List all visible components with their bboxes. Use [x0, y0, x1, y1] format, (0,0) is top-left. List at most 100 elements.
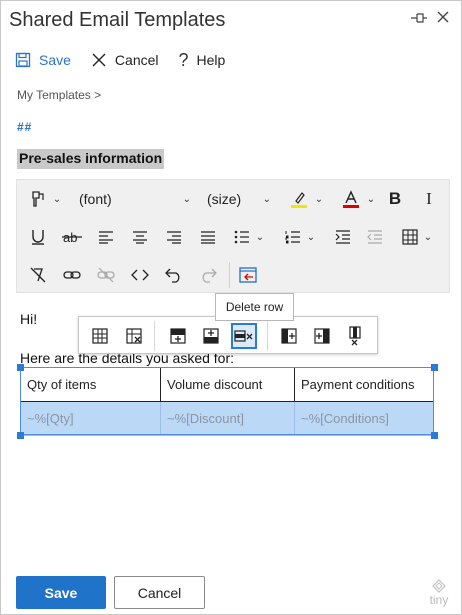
- table-button[interactable]: ⌄: [397, 224, 437, 250]
- bullet-list-button[interactable]: ⌄: [229, 224, 269, 250]
- question-mark-icon: ?: [178, 49, 189, 70]
- font-size-value: (size): [207, 191, 242, 207]
- highlighter-icon: [290, 192, 307, 208]
- breadcrumb[interactable]: My Templates >: [17, 88, 101, 102]
- numbered-list-button[interactable]: ⌄: [279, 224, 321, 250]
- resize-handle[interactable]: [431, 364, 438, 371]
- outdent-icon: [367, 230, 382, 244]
- insert-field-icon: [239, 267, 257, 283]
- table-header-cell[interactable]: Payment conditions: [294, 367, 434, 402]
- bullet-list-icon: [234, 230, 249, 244]
- table-header-cell[interactable]: Qty of items: [20, 367, 161, 402]
- underline-icon: [32, 230, 44, 245]
- align-left-icon: [99, 231, 113, 244]
- format-painter-icon: [32, 191, 44, 207]
- greeting-text[interactable]: Hi!: [20, 311, 37, 327]
- pin-icon[interactable]: [410, 11, 428, 27]
- unlink-button[interactable]: [93, 262, 119, 288]
- delete-row-icon: [234, 330, 253, 342]
- bold-button[interactable]: B: [383, 186, 407, 212]
- template-title[interactable]: Pre-sales information: [17, 149, 165, 169]
- insert-column-after-icon: [314, 328, 330, 344]
- toolbar-row-2: ab ⌄ ⌄ ⌄: [17, 218, 449, 254]
- delete-column-button[interactable]: [342, 323, 368, 349]
- table-header-cell[interactable]: Volume discount: [160, 367, 295, 402]
- table-icon: [402, 229, 418, 245]
- cancel-button[interactable]: Cancel: [114, 576, 205, 609]
- table-cell[interactable]: ~%[Conditions]: [294, 401, 434, 436]
- table-header-row: Qty of items Volume discount Payment con…: [20, 367, 434, 402]
- undo-button[interactable]: [161, 262, 187, 288]
- cancel-command-label: Cancel: [114, 52, 159, 68]
- help-command[interactable]: ? Help: [179, 50, 226, 71]
- source-code-button[interactable]: [127, 262, 153, 288]
- toolbar-divider: [267, 321, 268, 351]
- table-row-selected: ~%[Qty] ~%[Discount] ~%[Conditions]: [20, 401, 434, 436]
- close-icon[interactable]: [434, 9, 452, 27]
- toolbar-row-1: ⌄ (font) ⌄ (size) ⌄ ⌄ ⌄ B I: [17, 180, 449, 216]
- window-title: Shared Email Templates: [9, 9, 226, 31]
- hash-link[interactable]: ##: [17, 120, 32, 134]
- insert-field-button[interactable]: [235, 262, 261, 288]
- font-family-select[interactable]: (font) ⌄: [75, 186, 195, 212]
- tiny-diamond-icon: [432, 579, 446, 593]
- outdent-button[interactable]: [363, 224, 387, 250]
- table-properties-button[interactable]: [87, 323, 113, 349]
- delete-table-icon: [126, 328, 142, 344]
- redo-icon: [202, 268, 217, 283]
- chevron-down-icon: ⌄: [306, 231, 316, 243]
- details-table[interactable]: Qty of items Volume discount Payment con…: [20, 367, 434, 436]
- insert-column-before-button[interactable]: [276, 323, 302, 349]
- indent-button[interactable]: [331, 224, 355, 250]
- delete-column-icon: [349, 326, 361, 346]
- delete-row-button[interactable]: [231, 323, 257, 349]
- underline-button[interactable]: [25, 224, 51, 250]
- italic-label: I: [426, 189, 432, 208]
- align-right-icon: [167, 231, 181, 244]
- insert-row-before-icon: [170, 328, 186, 344]
- editor-toolbar: ⌄ (font) ⌄ (size) ⌄ ⌄ ⌄ B I ab ⌄ ⌄ ⌄: [16, 179, 450, 293]
- delete-table-button[interactable]: [121, 323, 147, 349]
- justify-icon: [201, 231, 215, 244]
- table-context-toolbar: [78, 316, 378, 354]
- chevron-down-icon: ⌄: [314, 193, 324, 205]
- clear-formatting-button[interactable]: [25, 262, 51, 288]
- dialog-frame: Shared Email Templates Save Cancel ? Hel…: [0, 0, 462, 615]
- align-left-button[interactable]: [93, 224, 119, 250]
- toolbar-divider: [154, 321, 155, 351]
- italic-button[interactable]: I: [417, 186, 441, 212]
- tiny-brand-label: tiny: [429, 593, 449, 607]
- format-painter-button[interactable]: ⌄: [25, 186, 65, 212]
- insert-row-after-icon: [203, 328, 219, 344]
- table-cell[interactable]: ~%[Discount]: [160, 401, 295, 436]
- font-color-button[interactable]: ⌄: [335, 186, 381, 212]
- highlight-color-button[interactable]: ⌄: [283, 186, 329, 212]
- insert-column-before-icon: [281, 328, 297, 344]
- table-cell[interactable]: ~%[Qty]: [20, 401, 161, 436]
- cancel-command[interactable]: Cancel: [91, 52, 159, 68]
- help-command-label: Help: [196, 52, 226, 68]
- table-properties-icon: [92, 328, 108, 344]
- align-center-button[interactable]: [127, 224, 153, 250]
- chevron-down-icon: ⌄: [52, 193, 62, 205]
- insert-row-before-button[interactable]: [165, 323, 191, 349]
- insert-link-button[interactable]: [59, 262, 85, 288]
- tiny-logo: tiny: [425, 579, 453, 607]
- save-button[interactable]: Save: [16, 576, 106, 609]
- align-center-icon: [133, 231, 147, 244]
- font-color-icon: [342, 190, 359, 208]
- insert-column-after-button[interactable]: [309, 323, 335, 349]
- bold-label: B: [388, 189, 402, 208]
- resize-handle[interactable]: [17, 364, 24, 371]
- redo-button[interactable]: [195, 262, 221, 288]
- resize-handle[interactable]: [431, 432, 438, 439]
- save-command[interactable]: Save: [15, 52, 71, 68]
- font-size-select[interactable]: (size) ⌄: [203, 186, 275, 212]
- align-right-button[interactable]: [161, 224, 187, 250]
- insert-row-after-button[interactable]: [198, 323, 224, 349]
- chevron-down-icon: ⌄: [262, 193, 271, 205]
- unlink-icon: [97, 267, 115, 283]
- justify-button[interactable]: [195, 224, 221, 250]
- strikethrough-button[interactable]: ab: [59, 224, 85, 250]
- resize-handle[interactable]: [17, 432, 24, 439]
